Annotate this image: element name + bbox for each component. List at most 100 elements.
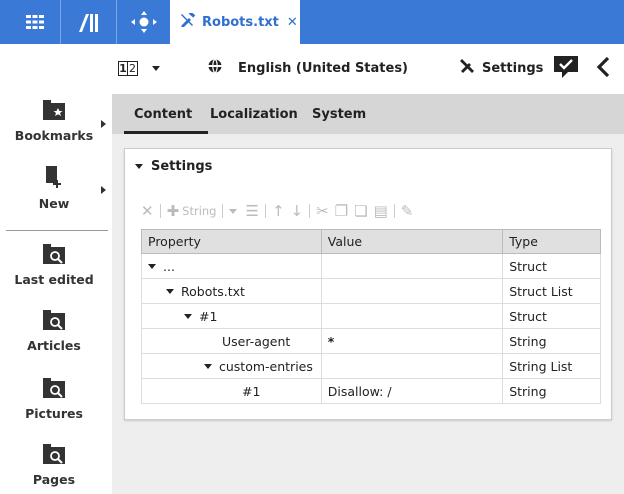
table-row[interactable]: #1 Disallow: / String [141, 378, 601, 404]
property-cell: custom-entries [219, 358, 313, 374]
property-cell: Robots.txt [181, 283, 245, 299]
tabs-bar: Content Localization System [112, 94, 624, 134]
sidebar-divider [6, 230, 108, 231]
collapse-icon [135, 164, 143, 169]
expand-icon[interactable] [166, 288, 174, 294]
sidebar-item-label: Last edited [14, 272, 94, 287]
panel-header[interactable]: Settings [135, 159, 212, 174]
value-cell[interactable] [320, 253, 504, 279]
table-row[interactable]: User-agent * String [141, 328, 601, 354]
sidebar-item-articles[interactable]: Articles [0, 310, 108, 353]
settings-panel: Settings ✕ ✚ String ☰ ↑ ↓ ✂ ❐ ❏ ▤ ✎ Prop… [124, 148, 612, 420]
settings-grid: Property Value Type ... Struct Robots.tx… [141, 229, 601, 404]
top-bar: Robots.txt ✕ [0, 0, 624, 44]
sidebar-item-pages[interactable]: Pages [0, 444, 108, 487]
sidebar-item-bookmarks[interactable]: Bookmarks [0, 100, 108, 143]
wrench-icon [180, 11, 196, 31]
column-header-type[interactable]: Type [502, 229, 601, 254]
sidebar-item-label: Bookmarks [14, 128, 94, 143]
globe-icon [208, 58, 222, 77]
settings-label: Settings [482, 60, 544, 76]
value-cell[interactable]: * [320, 328, 504, 354]
expand-icon[interactable] [184, 313, 192, 319]
paste-special-icon[interactable]: ▤ [374, 202, 388, 220]
new-document-icon [44, 166, 64, 192]
property-cell: #1 [242, 383, 261, 399]
tab-system[interactable]: System [312, 94, 366, 134]
value-cell[interactable]: Disallow: / [320, 378, 504, 404]
folder-search-icon [43, 310, 65, 334]
tab-robots-txt[interactable]: Robots.txt ✕ [170, 0, 300, 44]
insert-list-icon[interactable]: ☰ [245, 202, 258, 220]
tab-content[interactable]: Content [123, 94, 209, 134]
delete-icon[interactable]: ✕ [141, 202, 154, 220]
property-cell: ... [163, 258, 175, 274]
bookmark-folder-icon [43, 100, 65, 124]
edit-icon[interactable]: ✎ [401, 202, 414, 220]
sidebar-item-label: New [38, 196, 70, 211]
folder-search-icon [43, 444, 65, 468]
tab-localization[interactable]: Localization [210, 94, 298, 134]
type-cell: String [502, 328, 601, 354]
add-icon[interactable]: ✚ [167, 202, 180, 220]
sidebar-item-pictures[interactable]: Pictures [0, 378, 108, 421]
type-cell: Struct [502, 253, 601, 279]
paste-icon[interactable]: ❏ [354, 202, 367, 220]
value-cell[interactable] [320, 303, 504, 329]
folder-search-icon [43, 244, 65, 268]
tab-label: Content [134, 106, 193, 122]
content-area: Settings ✕ ✚ String ☰ ↑ ↓ ✂ ❐ ❏ ▤ ✎ Prop… [112, 134, 624, 494]
column-header-value[interactable]: Value [320, 229, 504, 254]
approve-icon[interactable] [554, 56, 578, 82]
language-selector[interactable]: English (United States) [208, 58, 409, 77]
page-switcher[interactable]: 1 2 [118, 61, 160, 76]
add-string-button[interactable]: String [182, 204, 216, 218]
move-down-icon[interactable]: ↓ [291, 202, 304, 220]
expand-icon[interactable] [204, 363, 212, 369]
page-two: 2 [128, 61, 138, 76]
tab-label: Robots.txt [202, 14, 279, 30]
grid-icon[interactable] [20, 0, 50, 44]
back-chevron-icon[interactable] [596, 56, 610, 82]
sidebar-item-last-edited[interactable]: Last edited [0, 244, 108, 287]
move-icon[interactable] [124, 0, 164, 44]
value-cell[interactable] [320, 353, 504, 379]
tab-label: System [312, 106, 367, 122]
table-row[interactable]: Robots.txt Struct List [141, 278, 601, 304]
move-up-icon[interactable]: ↑ [272, 202, 285, 220]
cut-icon[interactable]: ✂ [316, 202, 329, 220]
tab-label: Localization [210, 106, 298, 122]
panel-title: Settings [151, 159, 213, 174]
sidebar-item-label: Articles [27, 338, 81, 353]
type-cell: Struct [502, 303, 601, 329]
expand-icon[interactable] [148, 263, 156, 269]
language-label: English (United States) [238, 60, 409, 76]
tools-icon [460, 59, 476, 77]
folder-search-icon [43, 378, 65, 402]
sidebar-item-new[interactable]: New [0, 166, 108, 211]
chevron-right-icon [101, 186, 106, 194]
value-cell[interactable] [320, 278, 504, 304]
chevron-down-icon[interactable] [229, 208, 238, 214]
document-toolbar: 1 2 English (United States) Settings [112, 44, 624, 94]
close-icon[interactable]: ✕ [287, 15, 298, 30]
table-row[interactable]: custom-entries String List [141, 353, 601, 379]
library-icon[interactable] [66, 0, 110, 44]
property-cell: #1 [199, 308, 218, 324]
type-cell: String List [502, 353, 601, 379]
type-cell: String [502, 378, 601, 404]
chevron-right-icon [101, 120, 106, 128]
type-cell: Struct List [502, 278, 601, 304]
sidebar-item-label: Pictures [25, 406, 83, 421]
grid-toolbar: ✕ ✚ String ☰ ↑ ↓ ✂ ❐ ❏ ▤ ✎ [141, 201, 419, 221]
column-header-property[interactable]: Property [141, 229, 322, 254]
page-one: 1 [118, 61, 128, 76]
settings-button[interactable]: Settings [460, 59, 543, 77]
property-cell: User-agent [222, 333, 291, 349]
sidebar: Bookmarks New Last edited Articles Pictu… [0, 44, 112, 494]
copy-icon[interactable]: ❐ [335, 202, 348, 220]
table-row[interactable]: #1 Struct [141, 303, 601, 329]
sidebar-item-label: Pages [32, 472, 76, 487]
chevron-down-icon [152, 66, 160, 71]
table-row[interactable]: ... Struct [141, 253, 601, 279]
